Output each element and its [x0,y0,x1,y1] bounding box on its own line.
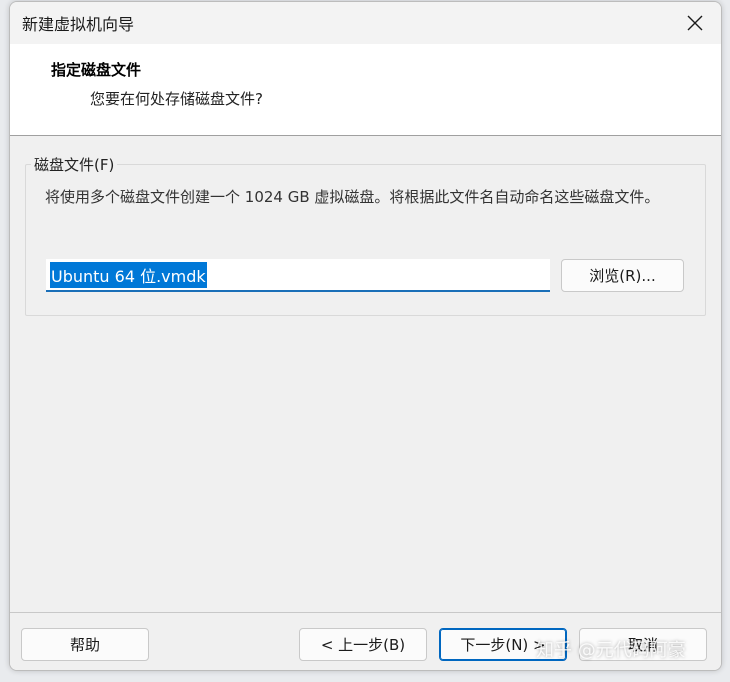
wizard-header: 指定磁盘文件 您要在何处存储磁盘文件? [10,44,721,136]
wizard-window: 新建虚拟机向导 指定磁盘文件 您要在何处存储磁盘文件? 磁盘文件(F) 将使用多… [9,1,722,671]
cancel-button[interactable]: 取消 [579,628,707,661]
window-title: 新建虚拟机向导 [22,15,135,34]
back-button[interactable]: < 上一步(B) [299,628,427,661]
title-bar: 新建虚拟机向导 [10,2,721,44]
page-subtitle: 您要在何处存储磁盘文件? [90,90,263,108]
browse-button[interactable]: 浏览(R)... [561,259,684,292]
next-button[interactable]: 下一步(N) > [439,628,567,661]
close-icon [687,15,703,31]
help-button[interactable]: 帮助 [21,628,149,661]
disk-file-group-label: 磁盘文件(F) [31,154,118,175]
disk-file-description: 将使用多个磁盘文件创建一个 1024 GB 虚拟磁盘。将根据此文件名自动命名这些… [45,188,660,206]
close-button[interactable] [679,8,711,38]
disk-file-name-selected: Ubuntu 64 位.vmdk [50,261,207,288]
wizard-footer: 帮助 < 上一步(B) 下一步(N) > 取消 [10,613,721,670]
page-title: 指定磁盘文件 [51,61,142,79]
disk-file-input[interactable]: Ubuntu 64 位.vmdk [46,259,550,292]
